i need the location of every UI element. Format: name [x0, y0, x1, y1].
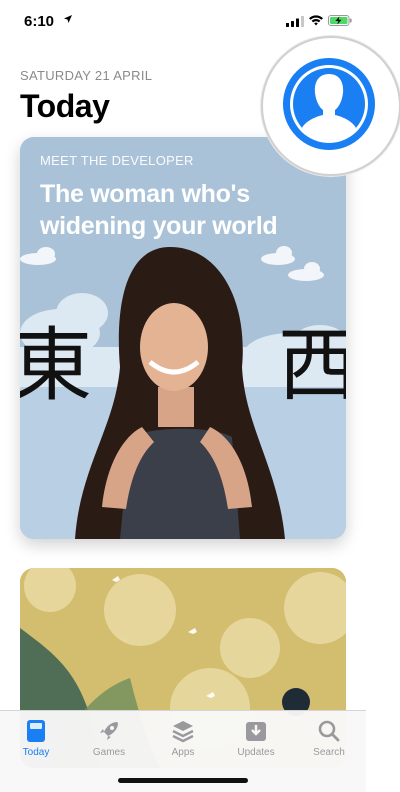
- battery-charging-icon: [328, 15, 352, 26]
- glyph-left: 東: [20, 319, 92, 412]
- tab-label: Today: [22, 747, 50, 758]
- rocket-icon: [100, 722, 118, 740]
- today-icon: [27, 720, 45, 742]
- page-title: Today: [20, 88, 110, 124]
- featured-story-card[interactable]: 東 西 MEET THE DEVELOPER The woman who's w…: [20, 137, 346, 539]
- tab-label: Apps: [171, 747, 195, 758]
- wifi-icon: [309, 15, 323, 26]
- date-label: SATURDAY 21 APRIL: [20, 68, 153, 83]
- tab-updates[interactable]: Updates: [228, 719, 284, 767]
- download-tray-icon: [246, 722, 266, 741]
- account-avatar-icon: [283, 58, 375, 150]
- magnifier-icon: [318, 720, 340, 742]
- tab-apps[interactable]: Apps: [155, 719, 211, 767]
- card-eyebrow: MEET THE DEVELOPER: [40, 153, 194, 168]
- status-time: 6:10: [24, 13, 55, 30]
- tab-label: Search: [313, 747, 345, 758]
- home-indicator[interactable]: [118, 778, 248, 783]
- tab-games[interactable]: Games: [81, 719, 137, 767]
- tab-today[interactable]: Today: [8, 719, 64, 767]
- cellular-signal-icon: [286, 16, 304, 27]
- account-button[interactable]: [261, 36, 400, 176]
- status-bar: 6:10: [0, 0, 366, 44]
- layers-icon: [172, 721, 194, 743]
- tab-label: Updates: [237, 747, 275, 758]
- tab-label: Games: [92, 747, 126, 758]
- card-headline: The woman who's widening your world: [40, 180, 278, 240]
- tab-search[interactable]: Search: [301, 719, 357, 767]
- location-arrow-icon: [64, 15, 72, 23]
- glyph-right: 西: [278, 319, 346, 412]
